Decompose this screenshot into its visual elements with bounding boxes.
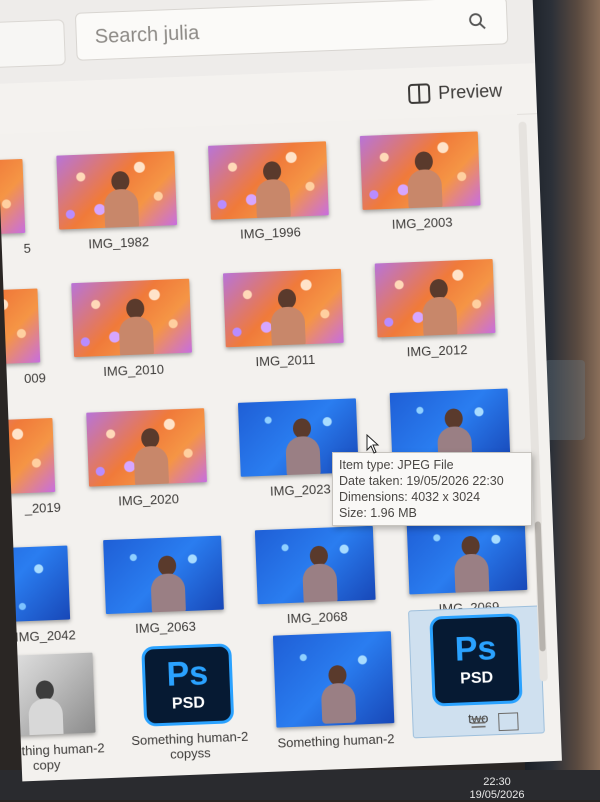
file-tile[interactable]: IMG_1996	[202, 141, 336, 264]
taskbar-clock[interactable]: 22:30 19/05/2026	[462, 776, 532, 802]
view-toggle	[468, 712, 519, 732]
tooltip-type: Item type: JPEG File	[339, 458, 454, 472]
tooltip-size: Size: 1.96 MB	[339, 506, 417, 520]
file-thumbnail	[0, 545, 71, 624]
file-name: IMG_2063	[134, 618, 197, 636]
photoshop-file-icon: Ps PSD	[141, 643, 235, 727]
file-explorer-window: Search julia Preview 5 IMG_1982 IMG_1996…	[0, 0, 562, 782]
file-name: Something human-2 copyss	[131, 728, 249, 762]
file-tile[interactable]: IMG_2042	[0, 545, 78, 668]
ps-logo-text: Ps	[454, 629, 498, 669]
file-thumbnail	[406, 515, 528, 595]
file-tile[interactable]: IMG_2012	[369, 258, 503, 382]
file-thumbnail	[103, 535, 224, 615]
file-thumbnail	[272, 631, 395, 728]
psd-ext-text: PSD	[171, 694, 206, 713]
file-thumbnail	[86, 408, 207, 487]
tooltip-date: Date taken: 19/05/2026 22:30	[339, 474, 504, 488]
file-info-tooltip: Item type: JPEG File Date taken: 19/05/2…	[332, 452, 532, 526]
file-thumbnail	[254, 525, 376, 605]
search-input-placeholder: Search julia	[94, 22, 200, 49]
details-view-icon[interactable]	[468, 713, 489, 732]
file-name: IMG_2068	[286, 608, 348, 627]
file-thumbnail	[374, 258, 496, 338]
preview-pane-button[interactable]: Preview	[407, 76, 503, 108]
file-tile[interactable]: Something human-2 copy	[0, 652, 105, 776]
file-name: 5	[23, 240, 32, 256]
file-thumbnail	[0, 652, 96, 737]
file-tile[interactable]: IMG_2063	[97, 535, 231, 658]
psd-file-tile[interactable]: Ps PSD Something human-2 copyss	[121, 641, 255, 764]
file-tile[interactable]: IMG_1982	[50, 151, 184, 274]
large-icons-view-icon[interactable]	[498, 712, 519, 732]
preview-pane-icon	[407, 83, 431, 104]
ps-logo-text: Ps	[165, 654, 209, 694]
file-name: IMG_2010	[103, 361, 165, 380]
file-name: IMG_1982	[88, 234, 150, 252]
file-name: IMG_2042	[14, 627, 77, 645]
file-thumbnail	[222, 268, 344, 348]
file-thumbnail	[0, 158, 26, 238]
tooltip-dimensions: Dimensions: 4032 x 3024	[339, 490, 481, 504]
file-tile[interactable]: Something human-2	[267, 631, 401, 754]
file-tile[interactable]: IMG_2010	[65, 278, 199, 401]
file-tile[interactable]: 009	[0, 288, 48, 411]
file-thumbnail	[56, 151, 178, 230]
address-bar[interactable]	[0, 19, 66, 68]
file-name: _2019	[24, 499, 62, 517]
file-thumbnail	[0, 417, 56, 497]
file-name: IMG_2003	[391, 214, 453, 232]
clock-time: 22:30	[483, 776, 511, 788]
file-name: IMG_2011	[255, 351, 316, 370]
psd-ext-text: PSD	[459, 669, 494, 688]
file-name: IMG_2020	[117, 491, 180, 509]
file-thumbnail	[359, 131, 481, 210]
photoshop-file-icon: Ps PSD	[429, 613, 523, 707]
file-tile[interactable]: 5	[0, 158, 33, 282]
file-tile[interactable]: _2019	[0, 417, 63, 541]
file-thumbnail	[71, 278, 192, 358]
clock-date: 19/05/2026	[469, 789, 525, 801]
file-tile[interactable]: IMG_2003	[354, 131, 488, 254]
file-tile[interactable]: IMG_2011	[217, 268, 351, 392]
file-name: IMG_2012	[406, 342, 468, 360]
mouse-cursor-icon	[366, 434, 380, 454]
file-name: 009	[23, 370, 47, 387]
file-thumbnail	[208, 141, 329, 220]
search-icon[interactable]	[466, 10, 489, 33]
preview-label: Preview	[437, 79, 503, 103]
file-grid: 5 IMG_1982 IMG_1996 IMG_2003 009 IMG_201…	[0, 113, 545, 773]
file-name: IMG_1996	[239, 224, 302, 242]
file-name: Something human-2	[277, 731, 395, 751]
file-thumbnail	[0, 288, 41, 367]
file-tile[interactable]: IMG_2020	[80, 408, 214, 531]
file-tile[interactable]: IMG_2068	[249, 525, 383, 649]
search-field[interactable]: Search julia	[74, 0, 509, 61]
